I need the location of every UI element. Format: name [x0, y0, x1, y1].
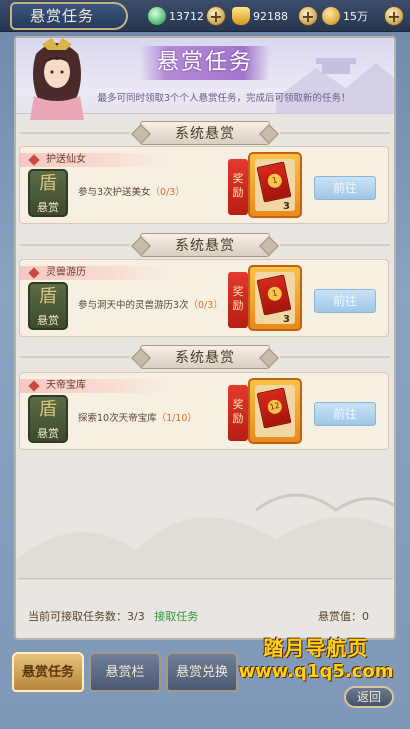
page-title: 悬赏任务: [10, 2, 128, 30]
section-title: 系统悬赏: [140, 121, 270, 145]
add-jade-button[interactable]: +: [206, 6, 226, 26]
reward-item[interactable]: 12: [248, 378, 302, 444]
heroine-portrait: [30, 38, 84, 120]
tab-bar: 悬赏任务 悬赏栏 悬赏兑换: [12, 652, 243, 692]
resource-jade: 13712: [148, 6, 204, 26]
top-bar: 悬赏任务 13712 + 92188 + 15万 +: [0, 0, 410, 32]
tab-bounty-board[interactable]: 悬赏栏: [89, 652, 161, 692]
accept-task-link[interactable]: 接取任务: [154, 610, 198, 623]
section-header: 系统悬赏: [0, 121, 410, 145]
bounty-emblem-icon: 盾 悬赏: [28, 282, 68, 330]
task-card-2: 灵兽游历 盾 悬赏 参与洞天中的灵兽游历3次（0/3） 奖励 1 3 前往: [19, 259, 389, 337]
reward-label: 奖励: [228, 159, 248, 215]
bounty-emblem-icon: 盾 悬赏: [28, 169, 68, 217]
task-progress: （0/3）: [150, 187, 185, 198]
back-button[interactable]: 返回: [344, 686, 394, 708]
bounty-emblem-icon: 盾 悬赏: [28, 395, 68, 443]
tab-bounty-tasks[interactable]: 悬赏任务: [12, 652, 84, 692]
copper-coin-icon: [322, 7, 340, 25]
reward-item[interactable]: 1 3: [248, 152, 302, 218]
task-description: 参与3次护送美女（0/3）: [78, 187, 185, 198]
section-header: 系统悬赏: [0, 345, 410, 369]
reward-item[interactable]: 1 3: [248, 265, 302, 331]
resource-gold-ingot: 92188: [232, 6, 288, 26]
bounty-value: 悬赏值：0: [318, 610, 369, 623]
section-header: 系统悬赏: [0, 233, 410, 257]
divider: [18, 578, 392, 579]
add-copper-button[interactable]: +: [384, 6, 404, 26]
reward-label: 奖励: [228, 385, 248, 441]
watermark: 踏月导航页 www.q1q5.com: [238, 636, 394, 682]
task-count: 当前可接取任务数：3/3: [28, 610, 145, 623]
task-progress: （0/3）: [188, 300, 223, 311]
section-title: 系统悬赏: [140, 233, 270, 257]
section-title: 系统悬赏: [140, 345, 270, 369]
task-name: 护送仙女: [46, 154, 86, 165]
task-card-1: 护送仙女 盾 悬赏 参与3次护送美女（0/3） 奖励 1 3 前往: [19, 146, 389, 224]
task-name: 灵兽游历: [46, 267, 86, 278]
task-name: 天帝宝库: [46, 380, 86, 391]
task-card-3: 天帝宝库 盾 悬赏 探索10次天帝宝库（1/10） 奖励 12 前往: [19, 372, 389, 450]
reward-label: 奖励: [228, 272, 248, 328]
go-button[interactable]: 前往: [314, 289, 376, 313]
banner-description: 最多可同时领取3个个人悬赏任务，完成后可领取新的任务！: [97, 93, 351, 104]
cloud-decoration: [16, 493, 394, 580]
reward-quantity: 3: [283, 314, 290, 325]
add-gold-button[interactable]: +: [298, 6, 318, 26]
reward-quantity: 3: [283, 201, 290, 212]
task-progress: （1/10）: [156, 413, 197, 424]
gold-ingot-icon: [232, 7, 250, 25]
task-description: 参与洞天中的灵兽游历3次（0/3）: [78, 300, 223, 311]
task-count-info: 当前可接取任务数：3/3 接取任务: [28, 608, 198, 624]
banner-title: 悬赏任务: [140, 46, 270, 80]
go-button[interactable]: 前往: [314, 402, 376, 426]
resource-copper: 15万: [322, 6, 368, 26]
jade-coin-icon: [148, 7, 166, 25]
task-description: 探索10次天帝宝库（1/10）: [78, 413, 197, 424]
go-button[interactable]: 前往: [314, 176, 376, 200]
